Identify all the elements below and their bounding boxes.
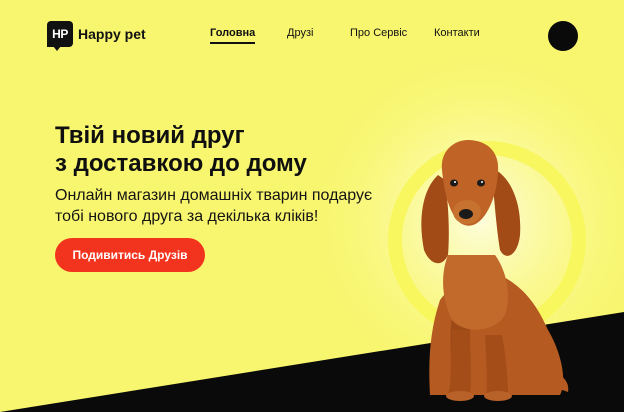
landing-page: HP Happy pet Головна Друзі Про Сервіс Ко… [0, 0, 624, 412]
main-nav: Головна Друзі Про Сервіс Контакти [0, 27, 624, 47]
hero-subtitle-line-2: тобі нового друга за декілька кліків! [55, 208, 319, 225]
nav-item-contacts[interactable]: Контакти [434, 27, 480, 39]
view-friends-button[interactable]: Подивитись Друзів [55, 238, 205, 272]
hero-title-line-1: Твій новий друг [55, 122, 245, 149]
avatar[interactable] [548, 21, 578, 51]
nav-item-friends[interactable]: Друзі [287, 27, 313, 39]
hero-title-line-2: з доставкою до дому [55, 150, 307, 177]
hero-subtitle: Онлайн магазин домашніх тварин подарує т… [55, 185, 425, 227]
nav-item-home[interactable]: Головна [210, 27, 256, 44]
nav-item-about-service[interactable]: Про Сервіс [350, 27, 407, 39]
hero-title: Твій новий друг з доставкою до дому [55, 122, 395, 178]
hero-subtitle-line-1: Онлайн магазин домашніх тварин подарує [55, 187, 373, 204]
